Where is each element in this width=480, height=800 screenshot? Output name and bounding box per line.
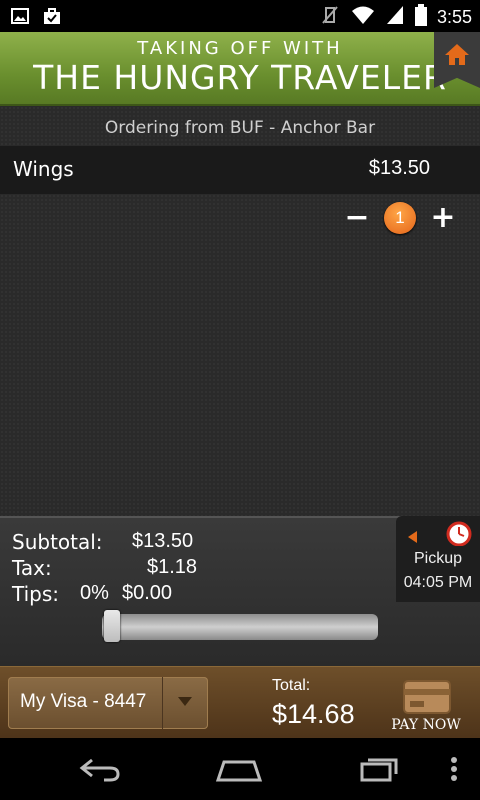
back-icon[interactable]: [78, 754, 122, 788]
subtotal-value: $13.50: [132, 530, 194, 552]
item-name: Wings: [13, 157, 74, 181]
pickup-time: 04:05 PM: [403, 574, 473, 591]
tips-label: Tips:: [12, 582, 60, 606]
tips-percent: 0%: [80, 582, 109, 604]
chevron-down-icon: [178, 697, 192, 706]
quantity-stepper: − 1 +: [342, 202, 458, 234]
item-price: $13.50: [368, 157, 430, 179]
battery-icon: [414, 4, 427, 30]
tips-value: $0.00: [122, 582, 173, 604]
image-icon: [10, 6, 30, 30]
signal-icon: [385, 4, 405, 30]
quantity-badge: 1: [384, 202, 416, 234]
order-panel: Ordering from BUF - Anchor Bar Wings $13…: [0, 106, 480, 516]
tip-slider-thumb[interactable]: [104, 610, 120, 642]
pay-now-label: PAY NOW: [391, 717, 461, 733]
pickup-label: Pickup: [413, 550, 463, 567]
overflow-menu-icon[interactable]: [448, 754, 460, 788]
clock-icon: [446, 520, 472, 550]
vibrate-off-icon: [319, 4, 341, 30]
header-tagline: TAKING OFF WITH: [137, 38, 343, 59]
payment-card-select[interactable]: My Visa - 8447: [8, 677, 208, 729]
clock-time: 3:55: [436, 6, 472, 27]
briefcase-icon: [42, 6, 62, 30]
status-bar: 3:55: [0, 0, 480, 32]
recent-apps-icon[interactable]: [356, 754, 400, 788]
system-nav-bar: [0, 738, 480, 800]
pickup-arrow-icon: [408, 528, 418, 547]
ordering-from-label: Ordering from BUF - Anchor Bar: [104, 118, 376, 138]
total-amount: $14.68: [272, 699, 355, 729]
subtotal-label: Subtotal:: [12, 530, 103, 554]
home-nav-icon[interactable]: [214, 754, 264, 788]
header-title: THE HUNGRY TRAVELER: [33, 58, 447, 97]
tip-slider[interactable]: [102, 614, 378, 640]
payment-footer: My Visa - 8447 Total: $14.68 PAY NOW: [0, 666, 480, 739]
wifi-icon: [351, 4, 375, 30]
tax-value: $1.18: [147, 556, 198, 578]
increase-quantity-button[interactable]: +: [428, 203, 458, 233]
wallet-icon: [402, 677, 452, 719]
select-divider: [162, 677, 163, 729]
tax-label: Tax:: [12, 556, 52, 580]
pay-now-button[interactable]: PAY NOW: [386, 677, 466, 733]
selected-card: My Visa - 8447: [20, 691, 147, 712]
pickup-selector[interactable]: Pickup 04:05 PM: [396, 516, 480, 602]
decrease-quantity-button[interactable]: −: [342, 203, 372, 233]
app-header: TAKING OFF WITH THE HUNGRY TRAVELER: [0, 32, 480, 106]
order-item-row[interactable]: Wings $13.50: [0, 146, 480, 194]
total-label: Total:: [272, 677, 311, 694]
